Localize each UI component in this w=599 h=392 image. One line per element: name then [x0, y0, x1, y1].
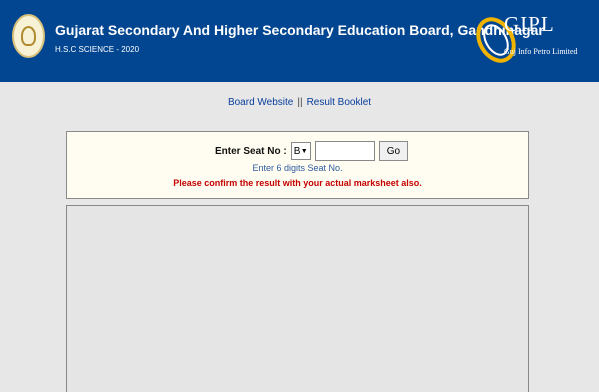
seat-hint-text: Enter 6 digits Seat No.	[252, 163, 343, 173]
gipl-logo-tagline: Guj Info Petro Limited	[504, 47, 578, 56]
header-bar: Gujarat Secondary And Higher Secondary E…	[0, 0, 599, 82]
top-links: Board Website || Result Booklet	[0, 97, 599, 108]
seat-entry-panel: Enter Seat No : B ▼ Go Enter 6 digits Se…	[66, 131, 529, 199]
exam-subtitle: H.S.C SCIENCE - 2020	[55, 45, 140, 54]
seat-number-input[interactable]	[314, 141, 375, 161]
board-emblem-icon	[12, 14, 45, 58]
result-booklet-link[interactable]: Result Booklet	[307, 97, 371, 108]
confirm-warning-text: Please confirm the result with your actu…	[173, 178, 422, 188]
gipl-logo: GIPL Guj Info Petro Limited	[476, 10, 586, 72]
go-button[interactable]: Go	[378, 141, 409, 161]
seat-series-value: B	[293, 145, 301, 157]
page-title: Gujarat Secondary And Higher Secondary E…	[55, 22, 544, 38]
seat-number-label: Enter Seat No :	[215, 145, 287, 157]
dropdown-arrow-icon: ▼	[300, 147, 308, 155]
link-separator: ||	[297, 97, 303, 108]
gipl-logo-text: GIPL	[504, 12, 555, 36]
result-display-frame	[66, 205, 529, 392]
emblem-figure	[21, 26, 36, 46]
seat-series-select[interactable]: B ▼	[290, 142, 311, 160]
board-website-link[interactable]: Board Website	[228, 97, 293, 108]
seat-entry-row: Enter Seat No : B ▼ Go	[215, 140, 409, 162]
